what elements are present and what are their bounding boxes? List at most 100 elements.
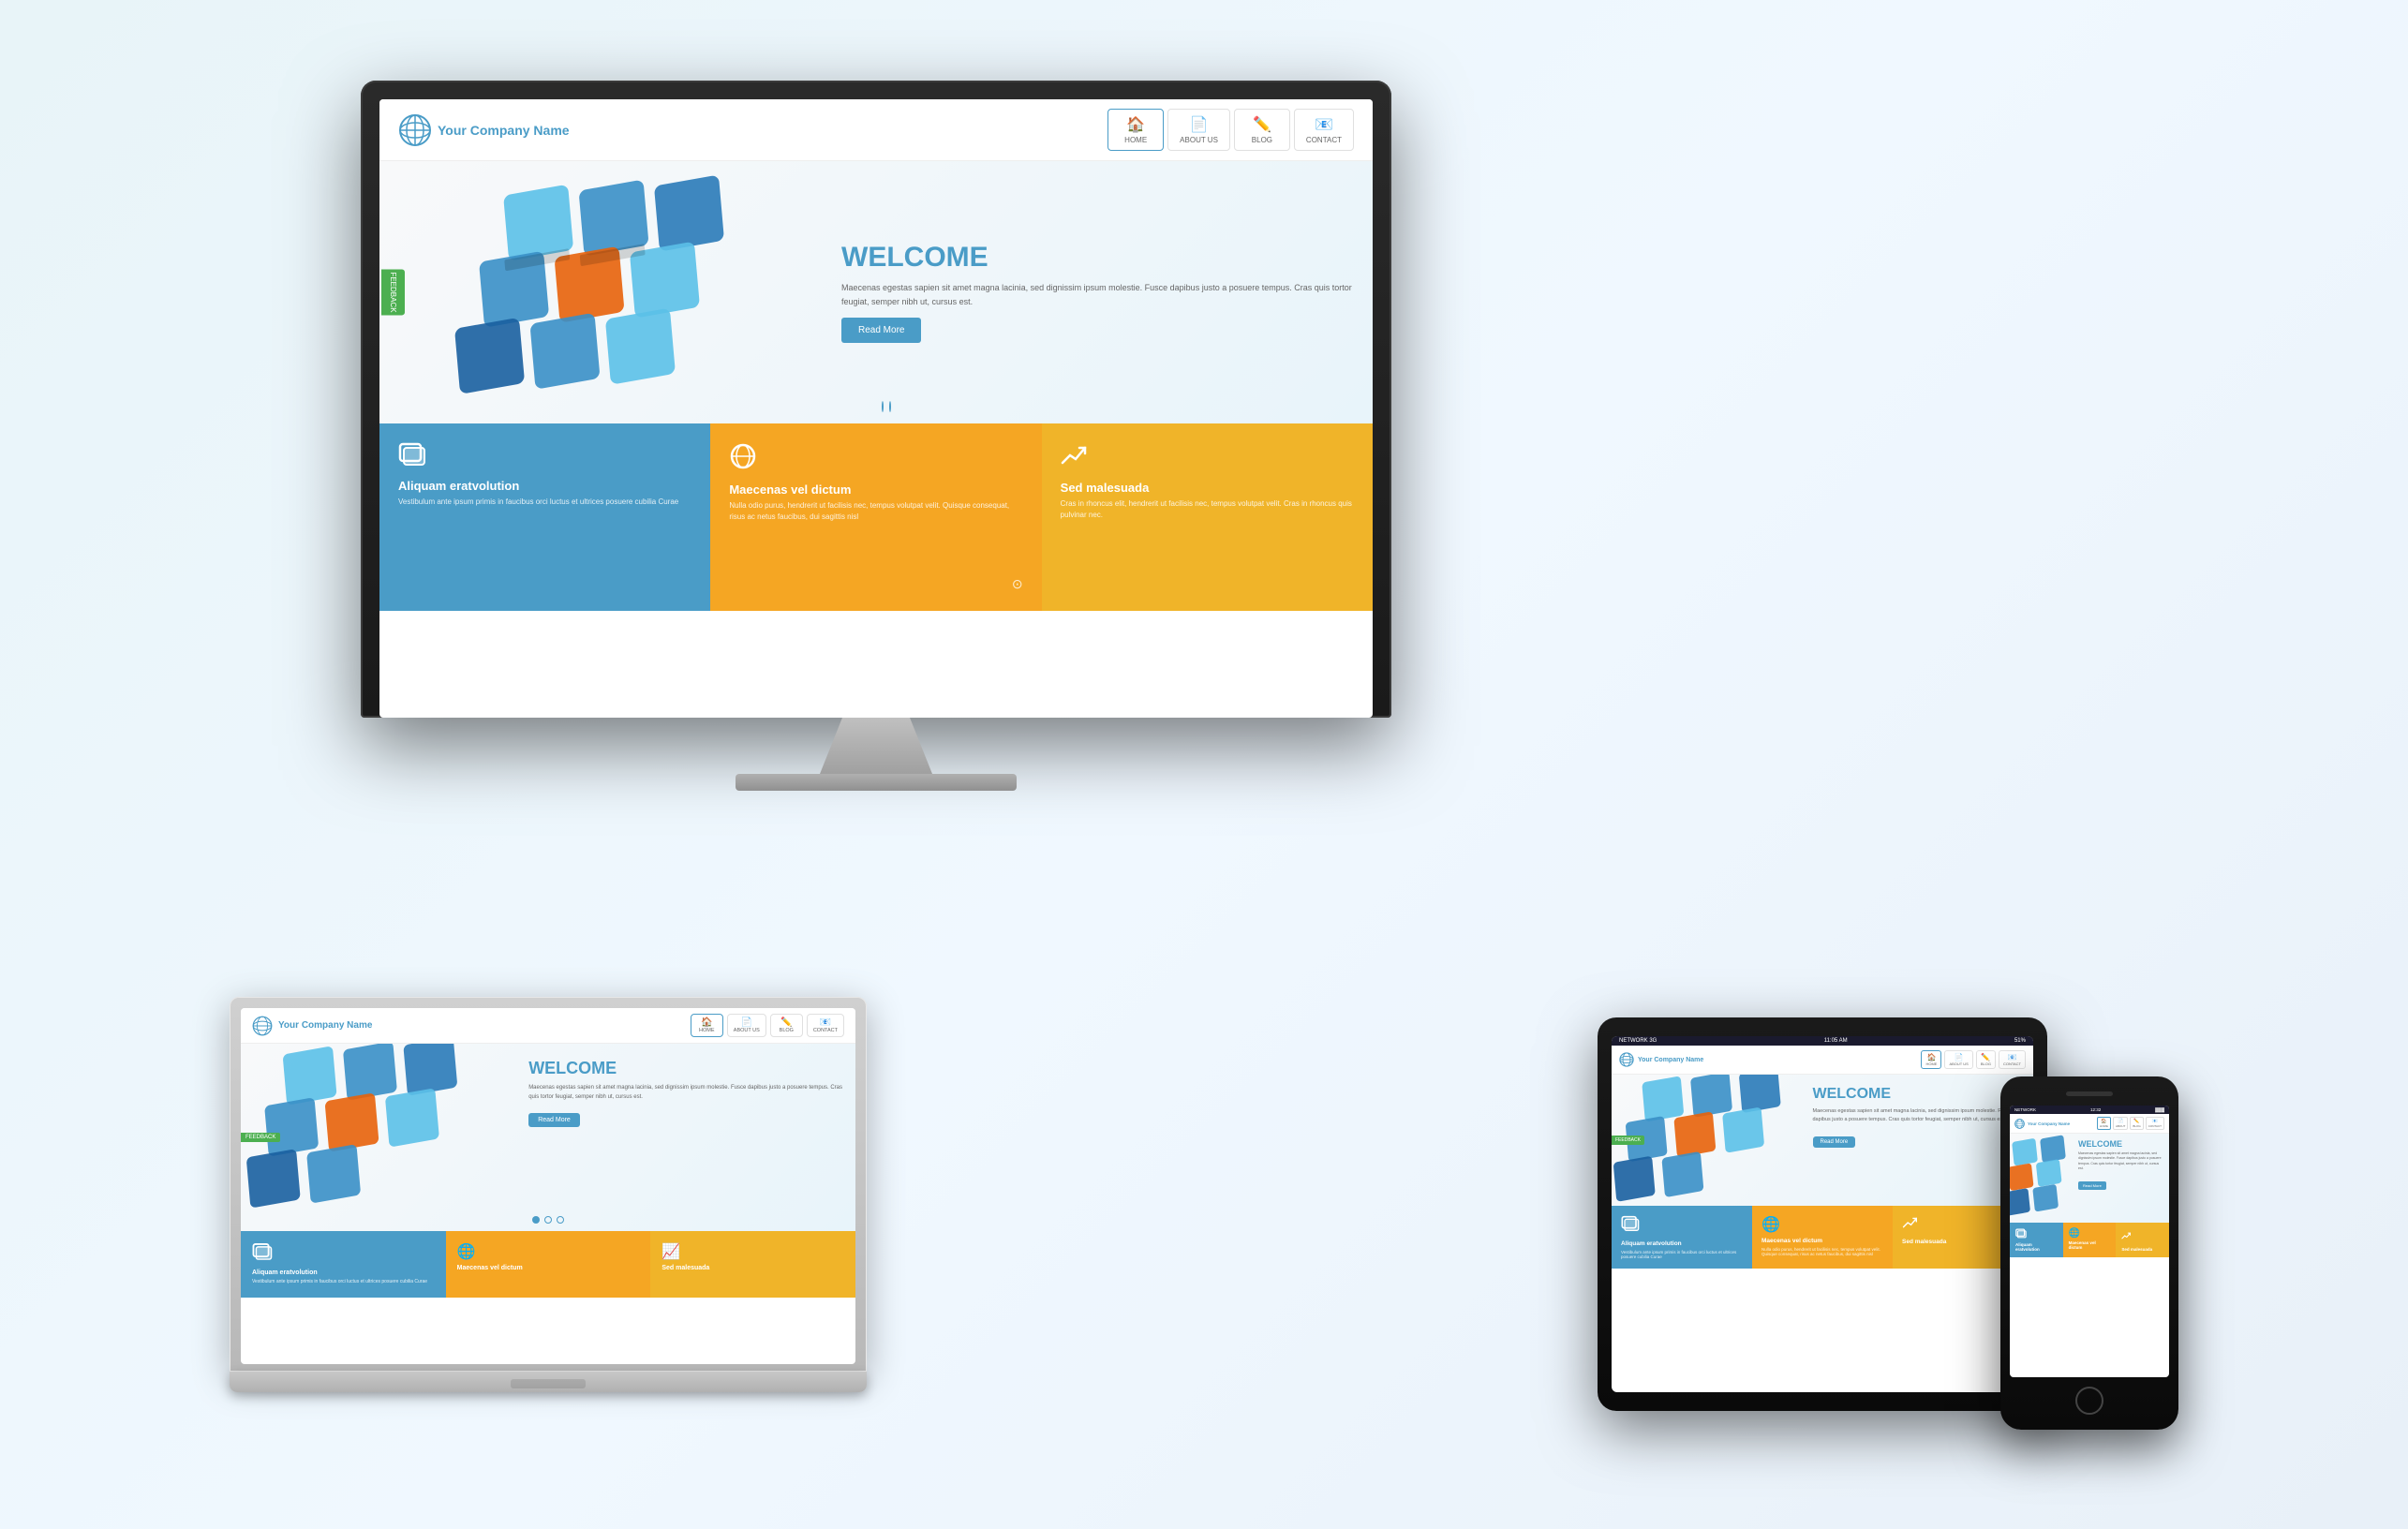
tablet-frame: NETWORK 3G 11:05 AM 51% (1598, 1017, 2047, 1411)
phone-feature-title-2: Maecenas vel dictum (2069, 1240, 2111, 1250)
tablet-status-bar: NETWORK 3G 11:05 AM 51% (1612, 1036, 2033, 1046)
laptop-logo-icon (252, 1016, 273, 1036)
phone-home-button[interactable] (2075, 1387, 2103, 1415)
site-header: Your Company Name 🏠 HOME 📄 ABOUT US (379, 99, 1373, 161)
phone-speaker (2066, 1091, 2113, 1096)
laptop-carousel-dots (532, 1216, 564, 1224)
laptop-home-icon: 🏠 (701, 1017, 712, 1028)
nav-blog[interactable]: ✏️ BLOG (1234, 109, 1290, 151)
phone-read-more-button[interactable]: Read More (2078, 1181, 2106, 1190)
laptop-read-more-button[interactable]: Read More (528, 1113, 580, 1127)
laptop-nav-contact[interactable]: 📧 CONTACT (807, 1014, 844, 1037)
phone-nav-blog[interactable]: ✏️ BLOG (2130, 1117, 2143, 1130)
site-logo: Your Company Name (398, 113, 570, 147)
dot-3[interactable] (889, 401, 891, 412)
phone-feature-title-1: Aliquam eratvolution (2015, 1242, 2058, 1252)
nav-contact[interactable]: 📧 CONTACT (1294, 109, 1354, 151)
hero-content: WELCOME Maecenas egestas sapien sit amet… (826, 161, 1373, 423)
laptop-hero-text: Maecenas egestas sapien sit amet magna l… (528, 1084, 844, 1102)
scene: Your Company Name 🏠 HOME 📄 ABOUT US (173, 62, 2235, 1467)
tablet-logo-icon (1619, 1052, 1634, 1067)
laptop-hero-title: WELCOME (528, 1059, 844, 1078)
laptop-feature-title-3: Sed malesuada (661, 1265, 844, 1271)
nav-home[interactable]: 🏠 HOME (1107, 109, 1164, 151)
laptop-feature-icon-3: 📈 (661, 1242, 844, 1261)
tablet-contact-icon: 📧 (2003, 1053, 2021, 1061)
laptop-header: Your Company Name 🏠 HOME 📄 ABOUT US (241, 1008, 855, 1044)
laptop-nav-blog[interactable]: ✏️ BLOG (770, 1014, 803, 1037)
monitor-website: Your Company Name 🏠 HOME 📄 ABOUT US (379, 99, 1373, 611)
laptop-feature-icon-2: 🌐 (457, 1242, 640, 1261)
laptop-dot-1[interactable] (532, 1216, 540, 1224)
phone-battery: ▓▓▓ (2155, 1107, 2164, 1112)
phone-nav[interactable]: 🏠 HOME 📄 ABOUT ✏️ BLOG (2097, 1117, 2164, 1130)
laptop-about-icon: 📄 (741, 1017, 752, 1028)
phone-hero-tiles (2010, 1134, 2074, 1223)
phone-website: Your Company Name 🏠 HOME 📄 ABOUT (2010, 1114, 2169, 1257)
feature-card-3: Sed malesuada Cras in rhoncus elit, hend… (1042, 423, 1373, 611)
feature-text-3: Cras in rhoncus elit, hendrerit ut facil… (1061, 498, 1354, 521)
laptop-feature-1: Aliquam eratvolution Vestibulum ante ips… (241, 1231, 446, 1298)
feature-icon-2 (729, 442, 757, 477)
monitor-base (736, 774, 1017, 791)
dot-2[interactable] (882, 401, 884, 412)
phone-feature-icon-3 (2121, 1228, 2163, 1245)
tablet-company-name: Your Company Name (1638, 1057, 1703, 1063)
tablet-nav[interactable]: 🏠 HOME 📄 ABOUT US ✏️ BLOG (1921, 1050, 2026, 1069)
tablet-feedback-tab[interactable]: FEEDBACK (1612, 1136, 1644, 1145)
hero-title: WELCOME (841, 242, 1358, 274)
phone-network: NETWORK (2014, 1107, 2036, 1112)
phone-hero-title: WELCOME (2078, 1139, 2164, 1149)
contact-icon: 📧 (1315, 115, 1333, 134)
blog-icon: ✏️ (1253, 115, 1271, 134)
laptop-feature-title-2: Maecenas vel dictum (457, 1265, 640, 1271)
tablet-nav-home[interactable]: 🏠 HOME (1921, 1050, 1941, 1069)
nav-about[interactable]: 📄 ABOUT US (1167, 109, 1230, 151)
tablet-feature-text-2: Nulla odio purus, hendrerit ut facilisis… (1761, 1247, 1883, 1256)
phone-logo-icon (2014, 1119, 2025, 1129)
phone-hero: WELCOME Maecenas egestas sapien sit amet… (2010, 1134, 2169, 1223)
laptop: Your Company Name 🏠 HOME 📄 ABOUT US (230, 997, 867, 1392)
laptop-screen: Your Company Name 🏠 HOME 📄 ABOUT US (241, 1008, 855, 1364)
arrow-icon-2: ⊙ (1012, 576, 1023, 592)
monitor-screen: Your Company Name 🏠 HOME 📄 ABOUT US (379, 99, 1373, 718)
feature-text-2: Nulla odio purus, hendrerit ut facilisis… (729, 500, 1022, 523)
read-more-button[interactable]: Read More (841, 318, 921, 343)
feature-text-1: Vestibulum ante ipsum primis in faucibus… (398, 497, 678, 508)
site-nav[interactable]: 🏠 HOME 📄 ABOUT US ✏️ BLOG (1107, 109, 1354, 151)
tablet-website: Your Company Name 🏠 HOME 📄 ABOUT US (1612, 1046, 2033, 1269)
phone-nav-home[interactable]: 🏠 HOME (2097, 1117, 2111, 1130)
phone-header: Your Company Name 🏠 HOME 📄 ABOUT (2010, 1114, 2169, 1134)
phone-feature-2: 🌐 Maecenas vel dictum (2063, 1223, 2117, 1257)
laptop-dot-3[interactable] (557, 1216, 564, 1224)
feature-title-3: Sed malesuada (1061, 481, 1150, 495)
feature-card-2: Maecenas vel dictum Nulla odio purus, he… (710, 423, 1041, 611)
laptop-feedback-tab[interactable]: FEEDBACK (241, 1133, 280, 1142)
phone-hero-content: WELCOME Maecenas egestas sapien sit amet… (2074, 1134, 2169, 1223)
phone-nav-about[interactable]: 📄 ABOUT (2113, 1117, 2128, 1130)
laptop-nav-about[interactable]: 📄 ABOUT US (727, 1014, 766, 1037)
features-row: Aliquam eratvolution Vestibulum ante ips… (379, 423, 1373, 611)
phone-feature-1: Aliquam eratvolution (2010, 1223, 2063, 1257)
feature-icon-1 (398, 442, 426, 473)
tablet-nav-blog[interactable]: ✏️ BLOG (1976, 1050, 1996, 1069)
tablet-nav-contact[interactable]: 📧 CONTACT (1999, 1050, 2026, 1069)
laptop-features: Aliquam eratvolution Vestibulum ante ips… (241, 1231, 855, 1298)
feature-card-1: Aliquam eratvolution Vestibulum ante ips… (379, 423, 710, 611)
phone-feature-icon-2: 🌐 (2069, 1228, 2111, 1239)
phone-time: 12:32 (2090, 1107, 2101, 1112)
monitor-stand (820, 718, 932, 774)
laptop-nav-home[interactable]: 🏠 HOME (691, 1014, 723, 1037)
feedback-tab[interactable]: FEEDBACK (381, 269, 405, 315)
home-icon: 🏠 (1126, 115, 1145, 134)
tablet-features: Aliquam eratvolution Vestibulum ante ips… (1612, 1206, 2033, 1269)
phone-hero-text: Maecenas egestas sapien sit amet magna l… (2078, 1151, 2164, 1171)
laptop-hero-content: WELCOME Maecenas egestas sapien sit amet… (517, 1044, 855, 1231)
tablet-read-more-button[interactable]: Read More (1813, 1136, 1856, 1148)
tablet-nav-about[interactable]: 📄 ABOUT US (1944, 1050, 1972, 1069)
phone-nav-contact[interactable]: 📧 CONTACT (2146, 1117, 2164, 1130)
phone-company-name: Your Company Name (2028, 1121, 2070, 1126)
laptop-dot-2[interactable] (544, 1216, 552, 1224)
laptop-feature-icon-1 (252, 1242, 435, 1266)
laptop-nav[interactable]: 🏠 HOME 📄 ABOUT US ✏️ BLOG (691, 1014, 844, 1037)
